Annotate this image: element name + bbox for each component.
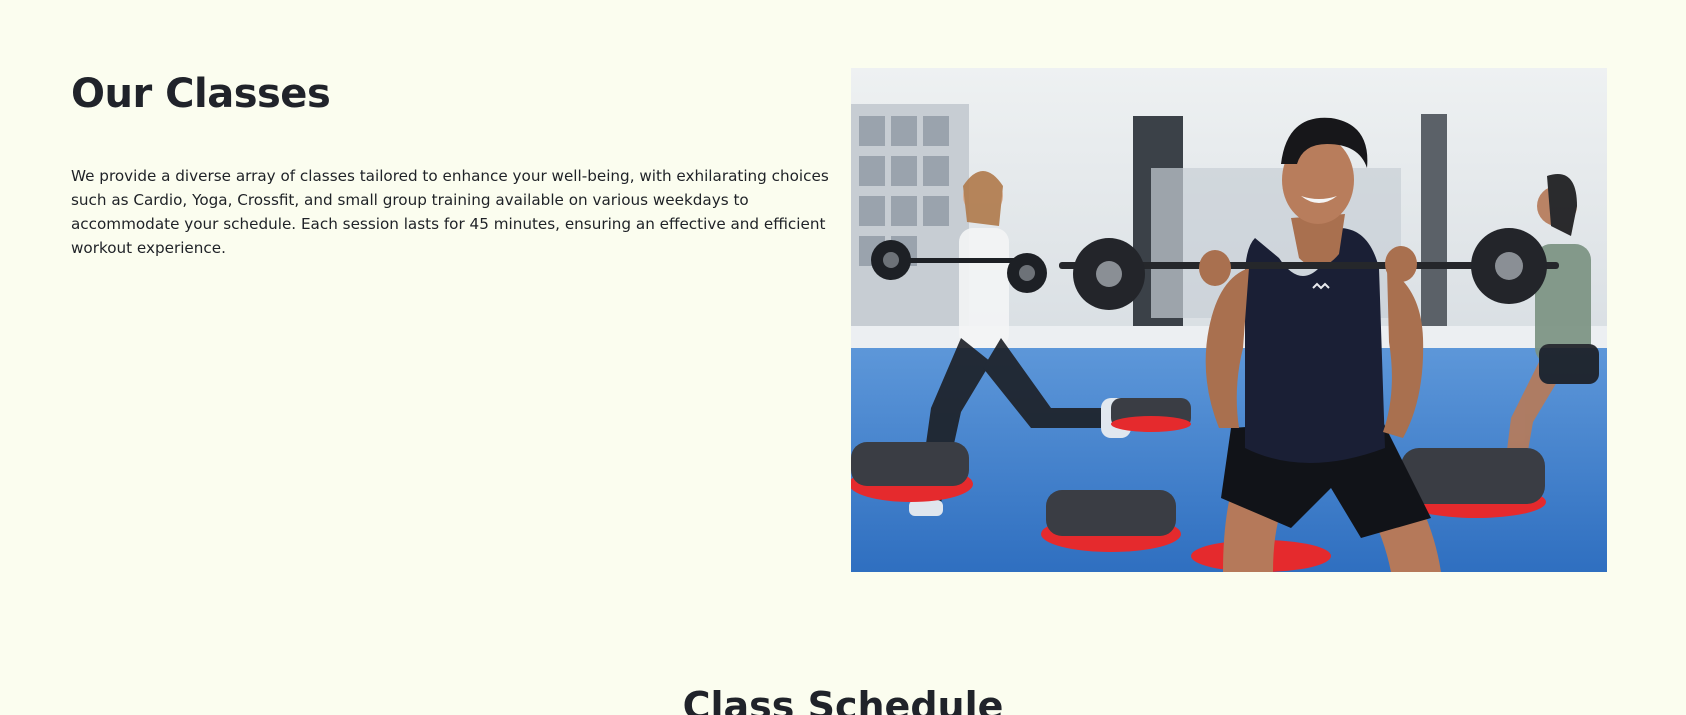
fitness-class-illustration: [851, 68, 1607, 572]
fitness-class-photo: [851, 68, 1607, 572]
classes-page: Our Classes We provide a diverse array o…: [0, 0, 1686, 715]
classes-title: Our Classes: [71, 71, 331, 117]
classes-description: We provide a diverse array of classes ta…: [71, 167, 829, 257]
class-schedule-heading: Class Schedule: [682, 684, 1004, 715]
classes-intro: Our Classes We provide a diverse array o…: [71, 62, 831, 260]
